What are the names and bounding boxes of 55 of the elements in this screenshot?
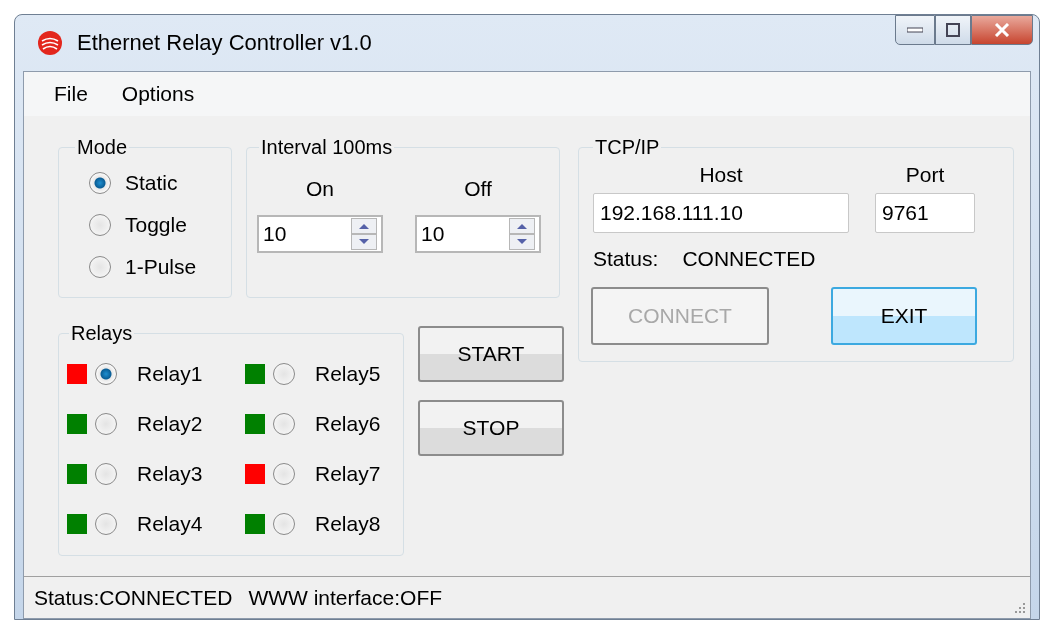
radio-button[interactable] [273,363,295,385]
minimize-button[interactable] [895,15,935,45]
radio-label: Relay8 [315,512,381,536]
close-icon [994,23,1010,37]
close-button[interactable] [971,15,1033,45]
radio-label: Relay2 [137,412,203,436]
radio-button[interactable] [89,214,111,236]
radio-label: Static [125,171,178,195]
radio-label: Relay7 [315,462,381,486]
app-logo-icon [37,30,63,56]
radio-button[interactable] [95,413,117,435]
radio-label: Relay5 [315,362,381,386]
minimize-icon [907,27,923,33]
radio-label: Toggle [125,213,187,237]
group-title: TCP/IP [594,136,661,159]
port-field[interactable]: 9761 [875,193,975,233]
restore-icon [946,23,960,37]
stop-button[interactable]: STOP [418,400,564,456]
spin-box[interactable]: 10 [257,215,383,253]
radio-button[interactable] [89,172,111,194]
host-field[interactable]: 192.168.111.10 [593,193,849,233]
group-title: Interval 100ms [260,136,394,159]
field-label: Off [464,177,492,201]
radio-label: Relay1 [137,362,203,386]
start-button[interactable]: START [418,326,564,382]
spin-box[interactable]: 10 [415,215,541,253]
radio-button[interactable] [89,256,111,278]
spin-arrows-icon[interactable] [509,218,535,250]
radio-button[interactable] [95,463,117,485]
radio-label: Relay3 [137,462,203,486]
spin-value: 10 [421,222,446,246]
exit-button[interactable]: EXIT [831,287,977,345]
radio-button[interactable] [95,363,117,385]
status-label: Status: [593,247,659,271]
status-text: WWW interface:OFF [248,585,443,610]
menu-item[interactable]: File [54,82,88,106]
status-text: Status:CONNECTED [34,585,233,610]
radio-label: Relay4 [137,512,203,536]
field-label: On [306,177,334,201]
field-label: Port [904,163,946,187]
radio-button[interactable] [273,513,295,535]
restore-button[interactable] [935,15,971,45]
radio-label: 1-Pulse [125,255,197,279]
menu-item[interactable]: Options [121,82,195,106]
group-title: Mode [76,136,129,159]
radio-button[interactable] [273,463,295,485]
radio-button[interactable] [273,413,295,435]
radio-button[interactable] [95,513,117,535]
status-value: CONNECTED [682,247,816,271]
window-title: Ethernet Relay Controller v1.0 [77,30,373,56]
spin-value: 10 [263,222,288,246]
radio-label: Relay6 [315,412,381,436]
group-title: Relays [70,322,134,345]
field-label: Host [698,163,744,187]
spin-arrows-icon[interactable] [351,218,377,250]
